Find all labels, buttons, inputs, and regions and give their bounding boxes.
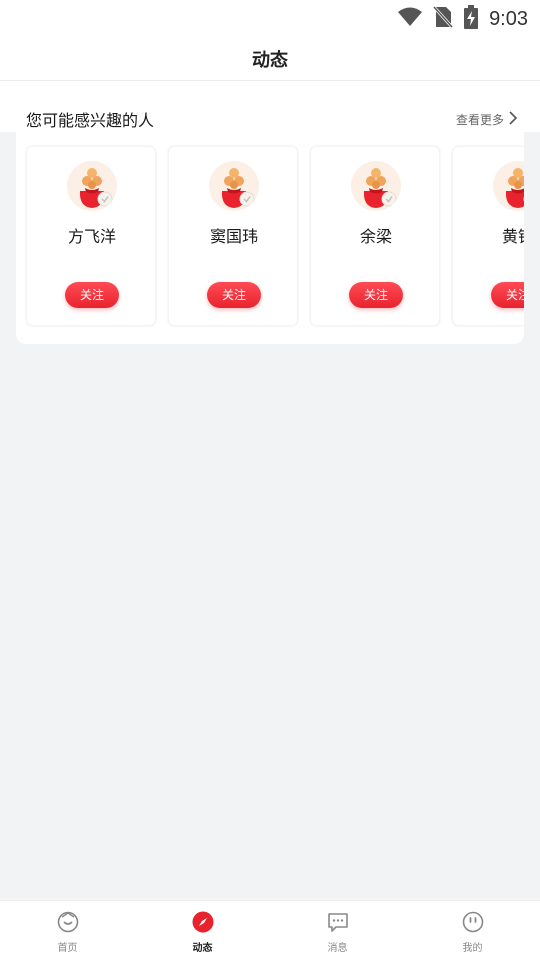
follow-button[interactable]: 关注 [207, 282, 261, 308]
page-title: 动态 [252, 50, 288, 71]
status-time: 9:03 [489, 7, 528, 30]
tab-home-label: 首页 [57, 943, 78, 954]
user-name: 余梁 [359, 227, 392, 246]
avatar[interactable] [209, 161, 259, 211]
tab-feed[interactable]: 动态 [135, 901, 270, 960]
message-icon [327, 911, 349, 937]
user-name: 窦国玮 [209, 227, 258, 246]
tab-profile[interactable]: 我的 [405, 901, 540, 960]
recommend-card: 您可能感兴趣的人 查看更多 方飞洋 关注 窦国玮 关注 余梁 关注 黄 关注 [16, 98, 524, 344]
status-bar: 9:03 [0, 0, 540, 38]
user-card[interactable]: 余梁 关注 [310, 146, 440, 326]
profile-icon [462, 911, 484, 937]
avatar[interactable] [493, 161, 524, 211]
battery-charging-icon [463, 5, 479, 33]
tab-messages-label: 消息 [327, 943, 348, 954]
compass-icon [192, 911, 214, 937]
no-sim-icon [432, 5, 454, 32]
tab-profile-label: 我的 [462, 943, 483, 954]
tab-messages[interactable]: 消息 [270, 901, 405, 960]
see-more-label: 查看更多 [455, 112, 504, 127]
status-icons: 9:03 [397, 5, 528, 33]
user-card[interactable]: 窦国玮 关注 [168, 146, 298, 326]
user-name: 方飞洋 [67, 227, 116, 246]
nav-bar: 动态 [0, 38, 540, 81]
user-card[interactable]: 黄铮 关注 [452, 146, 524, 326]
avatar[interactable] [67, 161, 117, 211]
recommend-header: 您可能感兴趣的人 查看更多 [26, 106, 518, 132]
home-icon [57, 911, 79, 937]
recommend-title: 您可能感兴趣的人 [26, 111, 155, 130]
follow-button[interactable]: 关注 [65, 282, 119, 308]
follow-button[interactable]: 关注 [491, 282, 524, 308]
see-more-link[interactable]: 查看更多 [455, 110, 518, 128]
user-name: 黄铮 [501, 227, 524, 246]
follow-button[interactable]: 关注 [349, 282, 403, 308]
chevron-right-icon [508, 110, 518, 128]
user-card[interactable]: 方飞洋 关注 [26, 146, 156, 326]
tab-home[interactable]: 首页 [0, 901, 135, 960]
user-list: 方飞洋 关注 窦国玮 关注 余梁 关注 黄 关注 [26, 146, 524, 328]
tab-feed-label: 动态 [192, 943, 213, 954]
bottom-tab-bar: 首页 动态 消息 我的 [0, 900, 540, 960]
avatar[interactable] [351, 161, 401, 211]
wifi-icon [397, 7, 423, 31]
